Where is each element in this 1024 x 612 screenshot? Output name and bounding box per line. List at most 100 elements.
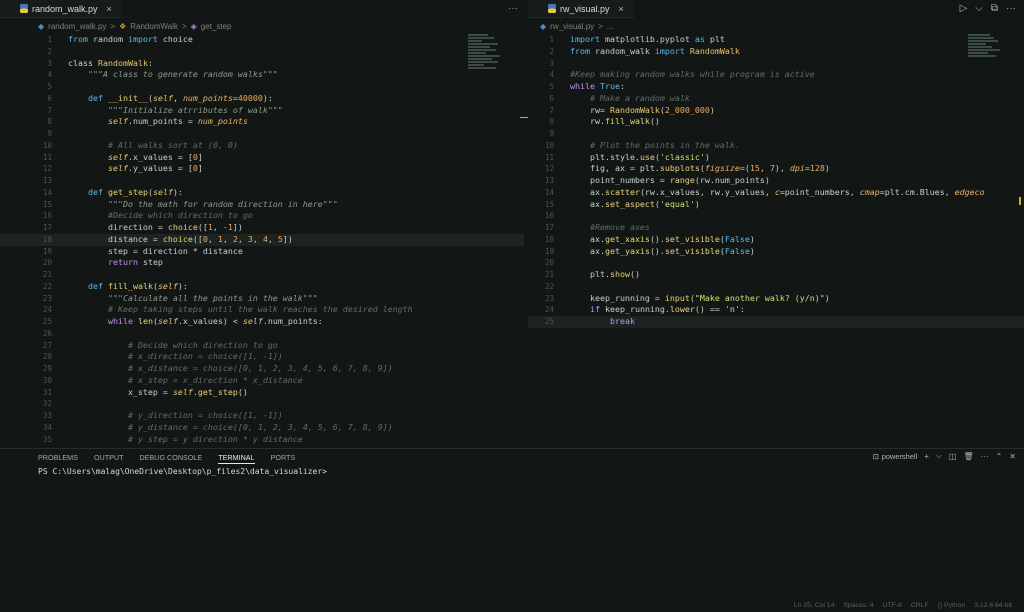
- run-icon[interactable]: ▷: [960, 3, 968, 14]
- code-line[interactable]: 5 while True:: [528, 81, 1024, 93]
- code-line[interactable]: 14 def get_step(self):: [0, 187, 524, 199]
- chevron-down-icon[interactable]: ⌵: [975, 3, 983, 14]
- code-line[interactable]: 6 def __init__(self, num_points=40000):: [0, 93, 524, 105]
- code-line[interactable]: 34 # y_distance = choice([0, 1, 2, 3, 4,…: [0, 422, 524, 434]
- code-line[interactable]: 9: [0, 128, 524, 140]
- line-number: 11: [42, 152, 52, 162]
- left-code-editor[interactable]: 1 from random import choice 2 3 class Random…: [0, 34, 524, 446]
- code-token: :: [739, 304, 745, 315]
- code-line[interactable]: 2: [0, 46, 524, 58]
- tab-rw-visual[interactable]: rw_visual.py ×: [528, 0, 634, 18]
- left-minimap[interactable]: [468, 34, 502, 94]
- more-actions-icon[interactable]: ···: [508, 3, 518, 14]
- split-terminal-icon[interactable]: ◫: [949, 452, 957, 461]
- code-line[interactable]: 29 # x_distance = choice([0, 1, 2, 3, 4,…: [0, 363, 524, 375]
- code-line[interactable]: 27 # Decide which direction to go: [0, 340, 524, 352]
- code-line[interactable]: 8 self.num_points = num_points: [0, 116, 524, 128]
- code-line[interactable]: 25 while len(self.x_values) < self.num_p…: [0, 316, 524, 328]
- more-actions-icon[interactable]: ···: [1006, 3, 1016, 14]
- tab-ports[interactable]: PORTS: [271, 453, 296, 464]
- code-line[interactable]: 18 distance = choice([0, 1, 2, 3, 4, 5]): [0, 233, 524, 246]
- close-icon[interactable]: ×: [619, 4, 624, 14]
- code-line[interactable]: 23 """Calculate all the points in the wa…: [0, 293, 524, 305]
- breadcrumb-method[interactable]: get_step: [201, 22, 232, 31]
- code-line[interactable]: 32: [0, 398, 524, 410]
- code-line[interactable]: 16: [528, 210, 1024, 222]
- code-line[interactable]: 3 class RandomWalk:: [0, 58, 524, 70]
- code-line[interactable]: 12 self.y_values = [0]: [0, 163, 524, 175]
- code-line[interactable]: 23 keep_running = input("Make another wa…: [528, 293, 1024, 305]
- code-line[interactable]: 2 from random_walk import RandomWalk: [528, 46, 1024, 58]
- code-line[interactable]: 17 #Remove axes: [528, 222, 1024, 234]
- right-code-editor[interactable]: 1 import matplotlib.pyplot as plt 2 from ra…: [528, 34, 1024, 330]
- code-line[interactable]: 22 def fill_walk(self):: [0, 281, 524, 293]
- terminal-shell-selector[interactable]: ⊡ powershell: [873, 452, 918, 461]
- breadcrumb-class[interactable]: RandomWalk: [130, 22, 178, 31]
- status-language[interactable]: {} Python: [938, 602, 966, 609]
- tab-debug-console[interactable]: DEBUG CONSOLE: [140, 453, 203, 464]
- code-line[interactable]: 5: [0, 81, 524, 93]
- code-line[interactable]: 15 ax.set_aspect('equal'): [528, 199, 1024, 211]
- code-line[interactable]: 15 """Do the math for random direction i…: [0, 199, 524, 211]
- code-line[interactable]: 22: [528, 281, 1024, 293]
- code-line[interactable]: 28 # x_direction = choice([1, -1]): [0, 351, 524, 363]
- code-line[interactable]: 16 #Decide which direction to go: [0, 210, 524, 222]
- maximize-panel-icon[interactable]: ⌃: [996, 452, 1003, 461]
- code-line[interactable]: 13 point_numbers = range(rw.num_points): [528, 175, 1024, 187]
- code-line[interactable]: 18 ax.get_xaxis().set_visible(False): [528, 234, 1024, 246]
- code-line[interactable]: 21 plt.show(): [528, 269, 1024, 281]
- code-line[interactable]: 1 import matplotlib.pyplot as plt: [528, 34, 1024, 46]
- breadcrumb-file[interactable]: random_walk.py: [48, 22, 106, 31]
- code-line[interactable]: 12 fig, ax = plt.subplots(figsize=(15, 7…: [528, 163, 1024, 175]
- code-line[interactable]: 7 """Initialize atrributes of walk""": [0, 105, 524, 117]
- status-line-endings[interactable]: CRLF: [911, 602, 929, 609]
- new-terminal-icon[interactable]: +: [924, 452, 929, 461]
- breadcrumb-file[interactable]: rw_visual.py: [550, 22, 594, 31]
- terminal-prompt[interactable]: PS C:\Users\malag\OneDrive\Desktop\p_fil…: [38, 467, 327, 476]
- code-line[interactable]: 9: [528, 128, 1024, 140]
- right-minimap[interactable]: [968, 34, 1002, 94]
- code-line[interactable]: 25 break: [528, 316, 1024, 328]
- code-line[interactable]: 14 ax.scatter(rw.x_values, rw.y_values, …: [528, 187, 1024, 199]
- code-line[interactable]: 17 direction = choice([1, -1]): [0, 222, 524, 234]
- chevron-down-icon[interactable]: ⌵: [936, 451, 942, 461]
- code-line[interactable]: 24 # Keep taking steps until the walk re…: [0, 304, 524, 316]
- code-line[interactable]: 10 # All walks sort at (0, 0): [0, 140, 524, 152]
- code-line[interactable]: 20 return step: [0, 257, 524, 269]
- code-line[interactable]: 4 #Keep making random walks while program…: [528, 69, 1024, 81]
- code-line[interactable]: 11 plt.style.use('classic'): [528, 152, 1024, 164]
- code-line[interactable]: 10 # Plot the points in the walk.: [528, 140, 1024, 152]
- breadcrumb-ellipsis[interactable]: ...: [607, 22, 614, 31]
- tab-problems[interactable]: PROBLEMS: [38, 453, 78, 464]
- tab-terminal[interactable]: TERMINAL: [218, 453, 255, 464]
- tab-random-walk[interactable]: random_walk.py ×: [0, 0, 122, 18]
- code-line[interactable]: 26: [0, 328, 524, 340]
- code-line[interactable]: 33 # y_direction = choice([1, -1]): [0, 410, 524, 422]
- code-line[interactable]: 3: [528, 58, 1024, 70]
- status-encoding[interactable]: UTF-8: [883, 602, 902, 609]
- code-line[interactable]: 1 from random import choice: [0, 34, 524, 46]
- code-line[interactable]: 19 step = direction * distance: [0, 246, 524, 258]
- code-line[interactable]: 30 # x_step = x_direction * x_distance: [0, 375, 524, 387]
- close-panel-icon[interactable]: ✕: [1009, 452, 1016, 461]
- status-interpreter[interactable]: 3.12.6 64-bit: [974, 602, 1012, 609]
- code-line[interactable]: 6 # Make a random walk: [528, 93, 1024, 105]
- status-cursor-position[interactable]: Ln 25, Col 14: [794, 602, 834, 609]
- code-line[interactable]: 11 self.x_values = [0]: [0, 152, 524, 164]
- code-line[interactable]: 24 if keep_running.lower() == 'n':: [528, 304, 1024, 316]
- code-line[interactable]: 21: [0, 269, 524, 281]
- code-line[interactable]: 20: [528, 257, 1024, 269]
- tab-output[interactable]: OUTPUT: [94, 453, 124, 464]
- more-actions-icon[interactable]: ···: [981, 452, 989, 461]
- trash-icon[interactable]: 🗑: [963, 452, 973, 461]
- code-line[interactable]: 19 ax.get_yaxis().set_visible(False): [528, 246, 1024, 258]
- code-line[interactable]: 8 rw.fill_walk(): [528, 116, 1024, 128]
- close-icon[interactable]: ×: [107, 4, 112, 14]
- code-line[interactable]: 7 rw= RandomWalk(2_000_000): [528, 105, 1024, 117]
- code-line[interactable]: 13: [0, 175, 524, 187]
- code-line[interactable]: 35 # y step = y direction * y distance: [0, 434, 524, 446]
- status-indentation[interactable]: Spaces: 4: [843, 602, 873, 609]
- code-line[interactable]: 4 """A class to generate random walks""": [0, 69, 524, 81]
- split-editor-icon[interactable]: ⧉: [991, 3, 998, 14]
- code-line[interactable]: 31 x_step = self.get_step(): [0, 387, 524, 399]
